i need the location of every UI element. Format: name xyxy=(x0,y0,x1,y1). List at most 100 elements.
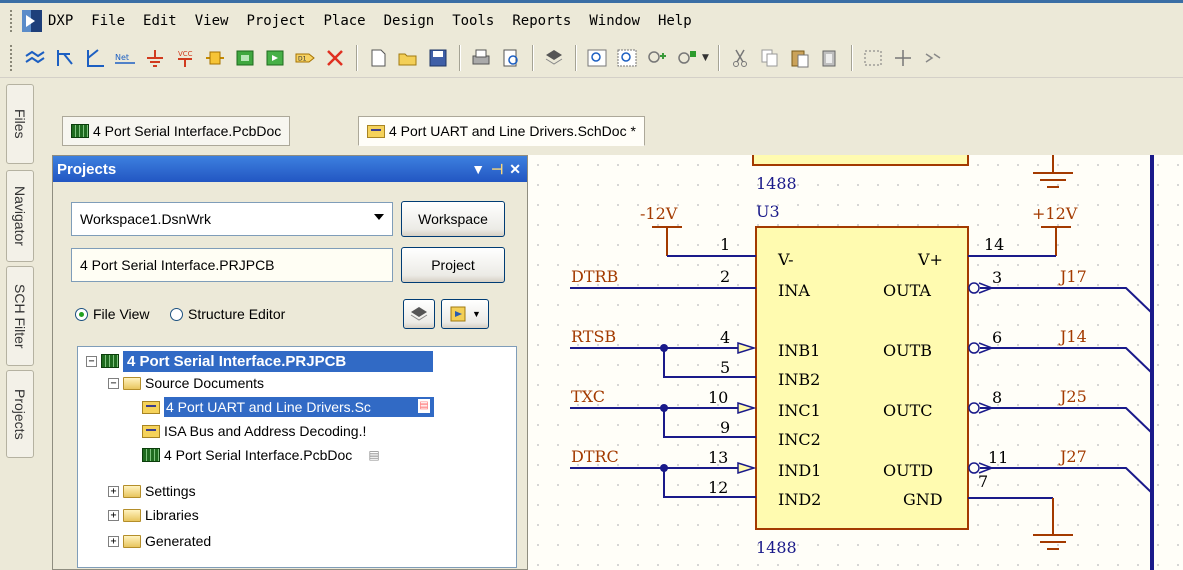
zoom-area-icon[interactable] xyxy=(614,45,640,71)
project-options-button[interactable] xyxy=(403,299,435,329)
folder-icon xyxy=(123,534,141,548)
pos-power-port[interactable] xyxy=(1041,226,1071,256)
tree-item-schdoc-uart[interactable]: 4 Port UART and Line Drivers.Sc ▤ xyxy=(142,395,434,419)
move-icon[interactable] xyxy=(890,45,916,71)
print-preview-icon[interactable] xyxy=(498,45,524,71)
side-tab-files-label: Files xyxy=(12,109,28,139)
side-tab-navigator[interactable]: Navigator xyxy=(6,170,34,262)
expand-icon[interactable]: + xyxy=(108,509,119,521)
saved-document-icon: ▤ xyxy=(368,448,380,462)
print-icon[interactable] xyxy=(468,45,494,71)
ground-power-port-icon[interactable] xyxy=(142,45,168,71)
paste-icon[interactable] xyxy=(787,45,813,71)
projects-panel-title: Projects xyxy=(57,160,117,178)
copy-icon[interactable] xyxy=(757,45,783,71)
dxp-logo-icon[interactable] xyxy=(22,9,42,32)
schematic-drawing[interactable]: 1488 U3 1488 -12V +12V DTRB RTSB TXC DTR… xyxy=(528,155,1183,570)
project-button[interactable]: Project xyxy=(401,247,505,283)
toolbar-separator xyxy=(575,44,576,71)
structure-editor-radio[interactable]: Structure Editor xyxy=(170,306,285,322)
file-view-radio[interactable]: File View xyxy=(75,306,150,322)
net-label-j14[interactable]: J14 xyxy=(1058,327,1087,346)
doc-tab-pcb[interactable]: 4 Port Serial Interface.PcbDoc xyxy=(62,116,291,146)
neg-power-port[interactable] xyxy=(652,226,682,256)
menu-window[interactable]: Window xyxy=(580,6,649,36)
menu-place[interactable]: Place xyxy=(314,6,374,36)
menu-design[interactable]: Design xyxy=(375,6,444,36)
collapse-icon[interactable]: − xyxy=(86,355,97,367)
upper-component-body[interactable] xyxy=(752,155,969,166)
toolbar: Net VCC D1 ▼ xyxy=(0,38,1183,78)
side-tab-sch-filter[interactable]: SCH Filter xyxy=(6,266,34,366)
filter-dropdown-icon[interactable]: ▼ xyxy=(702,53,712,63)
collapse-icon[interactable]: − xyxy=(108,377,119,389)
side-tab-projects[interactable]: Projects xyxy=(6,370,34,458)
workspace-button[interactable]: Workspace xyxy=(401,201,505,237)
toolbar-separator xyxy=(459,44,460,71)
menu-tools[interactable]: Tools xyxy=(443,6,503,36)
tree-item-schdoc-isa[interactable]: ISA Bus and Address Decoding.! xyxy=(142,419,366,443)
ground-symbol-bottom[interactable] xyxy=(968,497,1073,550)
pin-name: OUTB xyxy=(883,341,932,360)
open-device-sheet-icon[interactable] xyxy=(541,45,567,71)
ground-symbol-top[interactable] xyxy=(1033,155,1073,188)
tree-item-source-documents[interactable]: − Source Documents xyxy=(108,371,264,395)
tree-item-settings[interactable]: + Settings xyxy=(108,479,196,503)
tree-item-generated[interactable]: + Generated xyxy=(108,529,211,553)
place-sheet-entry-icon[interactable] xyxy=(262,45,288,71)
toolbar-grip[interactable] xyxy=(10,44,14,71)
menu-view[interactable]: View xyxy=(186,6,238,36)
schematic-canvas[interactable]: 1488 U3 1488 -12V +12V DTRB RTSB TXC DTR… xyxy=(528,155,1183,570)
toolbar-separator xyxy=(718,44,719,71)
net-label-txc[interactable]: TXC xyxy=(571,387,605,406)
menu-project[interactable]: Project xyxy=(237,6,314,36)
net-label-dtrb[interactable]: DTRB xyxy=(571,267,618,286)
place-bus-entry-icon[interactable] xyxy=(52,45,78,71)
net-label-dtrc[interactable]: DTRC xyxy=(571,447,619,466)
project-field-value: 4 Port Serial Interface.PRJPCB xyxy=(80,257,275,273)
projects-panel-header: Projects ▼ ⊣ ✕ xyxy=(53,156,527,182)
tree-item-libraries[interactable]: + Libraries xyxy=(108,503,199,527)
net-label-icon[interactable]: Net xyxy=(112,45,138,71)
zoom-fit-icon[interactable] xyxy=(584,45,610,71)
place-port-icon[interactable]: D1 xyxy=(292,45,318,71)
save-icon[interactable] xyxy=(425,45,451,71)
tree-item-project[interactable]: − 4 Port Serial Interface.PRJPCB xyxy=(86,349,433,373)
net-label-j17[interactable]: J17 xyxy=(1058,267,1087,286)
doc-tab-schematic[interactable]: 4 Port UART and Line Drivers.SchDoc * xyxy=(358,116,645,146)
open-folder-icon[interactable] xyxy=(395,45,421,71)
deselect-icon[interactable] xyxy=(920,45,946,71)
panel-menu-icon[interactable]: ▼ xyxy=(471,161,485,178)
rubber-stamp-icon[interactable] xyxy=(817,45,843,71)
net-label-rtsb[interactable]: RTSB xyxy=(571,327,616,346)
new-document-icon[interactable] xyxy=(365,45,391,71)
select-area-icon[interactable] xyxy=(860,45,886,71)
modified-document-icon: ▤ xyxy=(418,399,430,413)
pin-icon[interactable]: ⊣ xyxy=(491,161,503,178)
filter-icon[interactable] xyxy=(674,45,700,71)
expand-icon[interactable]: + xyxy=(108,535,119,547)
side-tab-files[interactable]: Files xyxy=(6,84,34,164)
menu-file[interactable]: File xyxy=(82,6,134,36)
menu-dxp[interactable]: DXP xyxy=(48,6,82,36)
menubar-grip[interactable] xyxy=(10,9,16,32)
place-part-icon[interactable] xyxy=(202,45,228,71)
zoom-selected-icon[interactable] xyxy=(644,45,670,71)
tree-item-pcbdoc[interactable]: 4 Port Serial Interface.PcbDoc ▤ xyxy=(142,443,380,467)
cut-icon[interactable] xyxy=(727,45,753,71)
close-icon[interactable]: ✕ xyxy=(509,161,521,178)
net-label-j27[interactable]: J27 xyxy=(1058,447,1087,466)
vcc-power-port-icon[interactable]: VCC xyxy=(172,45,198,71)
workspace-select[interactable]: Workspace1.DsnWrk xyxy=(71,202,393,236)
net-label-j25[interactable]: J25 xyxy=(1058,387,1087,406)
menu-help[interactable]: Help xyxy=(649,6,701,36)
pin-number: 6 xyxy=(992,328,1002,347)
menu-edit[interactable]: Edit xyxy=(134,6,186,36)
place-bus-icon[interactable] xyxy=(82,45,108,71)
expand-icon[interactable]: + xyxy=(108,485,119,497)
place-wire-icon[interactable] xyxy=(22,45,48,71)
place-sheet-symbol-icon[interactable] xyxy=(232,45,258,71)
menu-reports[interactable]: Reports xyxy=(503,6,580,36)
document-options-button[interactable]: ▼ xyxy=(441,299,489,329)
no-erc-icon[interactable] xyxy=(322,45,348,71)
